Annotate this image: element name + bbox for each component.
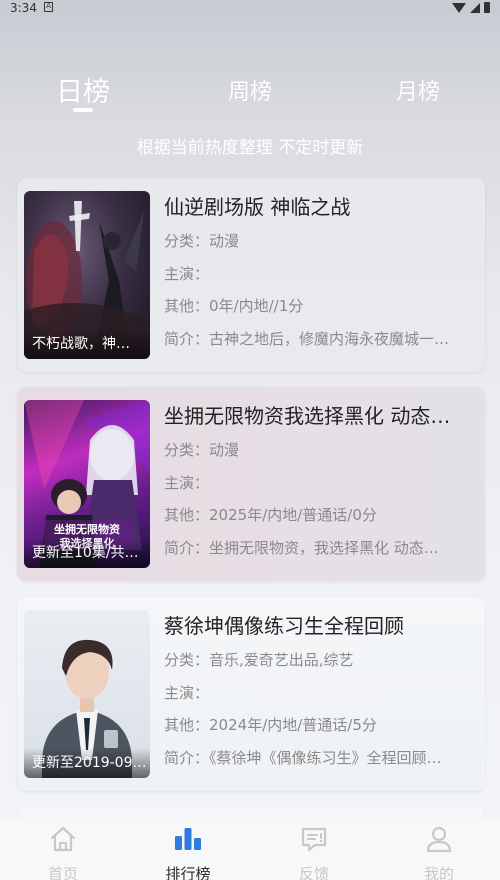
item-other: 其他：0年/内地//1分: [164, 293, 478, 320]
poster-label: 更新至10集/共…: [24, 538, 150, 568]
battery-icon: [484, 2, 490, 13]
item-cast: 主演：: [164, 261, 478, 288]
poster-image: 坐拥无限物资 我选择黑化 更新至10集/共…: [24, 400, 150, 568]
item-title[interactable]: 坐拥无限物资我选择黑化 动态…: [164, 401, 478, 431]
notification-icon: A: [44, 2, 53, 12]
cast-label: 主演：: [164, 264, 210, 283]
item-info: 蔡徐坤偶像练习生全程回顾 分类：音乐,爱奇艺出品,综艺 主演： 其他：2024年…: [164, 611, 478, 771]
list-item[interactable]: 坐拥无限物资 我选择黑化 更新至10集/共… 坐拥无限物资我选择黑化 动态… 分…: [17, 387, 485, 581]
tab-indicator: [73, 108, 93, 112]
other-label: 其他：: [164, 297, 210, 315]
nav-home-label: 首页: [47, 865, 78, 880]
item-title[interactable]: 仙逆剧场版 神临之战: [164, 192, 478, 222]
tab-daily[interactable]: 日榜: [56, 70, 110, 109]
intro-label: 简介：: [164, 748, 210, 767]
item-category: 分类：动漫: [164, 437, 478, 464]
item-other: 其他：2025年/内地/普通话/0分: [164, 502, 478, 529]
item-intro: 简介：古神之地后，修魔内海永夜魔城一…: [164, 326, 478, 353]
intro-label: 简介：: [164, 538, 210, 557]
intro-value: 《蔡徐坤《偶像练习生》全程回顾…: [209, 748, 442, 767]
tab-monthly[interactable]: 月榜: [396, 74, 440, 106]
bar-chart-icon: [175, 828, 201, 850]
nav-mine-label: 我的: [423, 865, 454, 880]
item-category: 分类：动漫: [164, 228, 478, 255]
intro-value: 古神之地后，修魔内海永夜魔城一…: [209, 329, 450, 348]
item-cast: 主演：: [164, 470, 478, 497]
nav-feedback-label: 反馈: [298, 865, 329, 880]
svg-text:坐拥无限物资: 坐拥无限物资: [54, 522, 120, 536]
item-cast: 主演：: [164, 680, 478, 707]
poster-image: 不朽战歌，神…: [24, 191, 150, 359]
item-intro: 简介：坐拥无限物资，我选择黑化 动态…: [164, 535, 478, 562]
list-item[interactable]: 更新至2019-09… 蔡徐坤偶像练习生全程回顾 分类：音乐,爱奇艺出品,综艺 …: [17, 597, 485, 791]
item-info: 坐拥无限物资我选择黑化 动态… 分类：动漫 主演： 其他：2025年/内地/普通…: [164, 401, 478, 561]
item-info: 仙逆剧场版 神临之战 分类：动漫 主演： 其他：0年/内地//1分 简介：古神之…: [164, 192, 478, 352]
poster-label: 更新至2019-09…: [24, 748, 150, 778]
category-label: 分类：: [164, 232, 210, 250]
intro-value: 坐拥无限物资，我选择黑化 动态…: [209, 538, 439, 557]
nav-ranking[interactable]: 排行榜: [148, 824, 228, 880]
signal-icon: [470, 2, 480, 13]
category-label: 分类：: [164, 651, 210, 669]
wifi-icon: [452, 2, 466, 13]
intro-label: 简介：: [164, 329, 210, 348]
ranking-subtitle: 根据当前热度整理 不定时更新: [136, 138, 364, 158]
poster-image: 更新至2019-09…: [24, 610, 150, 778]
category-value: 动漫: [209, 232, 240, 250]
list-item[interactable]: 不朽战歌，神… 仙逆剧场版 神临之战 分类：动漫 主演： 其他：0年/内地//1…: [17, 178, 485, 372]
other-value: 2024年/内地/普通话/5分: [209, 716, 377, 734]
user-icon: [426, 826, 452, 853]
feedback-icon: [301, 827, 327, 852]
poster-label: 不朽战歌，神…: [24, 329, 150, 359]
item-category: 分类：音乐,爱奇艺出品,综艺: [164, 647, 478, 674]
category-value: 动漫: [209, 441, 240, 459]
item-title[interactable]: 蔡徐坤偶像练习生全程回顾: [164, 611, 478, 641]
status-icons: [452, 2, 490, 13]
nav-home[interactable]: 首页: [23, 824, 103, 880]
ranking-tabs: 日榜 周榜 月榜: [0, 68, 500, 118]
tab-weekly[interactable]: 周榜: [228, 74, 272, 106]
category-value: 音乐,爱奇艺出品,综艺: [209, 651, 354, 669]
nav-feedback[interactable]: 反馈: [274, 824, 354, 880]
category-label: 分类：: [164, 441, 210, 459]
other-value: 2025年/内地/普通话/0分: [209, 506, 377, 524]
home-icon: [50, 826, 76, 852]
nav-mine[interactable]: 我的: [399, 824, 479, 880]
status-bar: 3:34 A: [0, 0, 500, 16]
other-value: 0年/内地//1分: [209, 297, 304, 315]
item-intro: 简介：《蔡徐坤《偶像练习生》全程回顾…: [164, 745, 478, 772]
bottom-nav: 首页 排行榜 反馈 我的: [0, 818, 500, 880]
nav-ranking-label: 排行榜: [165, 865, 211, 880]
status-time: 3:34: [10, 1, 37, 15]
cast-label: 主演：: [164, 473, 210, 492]
other-label: 其他：: [164, 716, 210, 734]
cast-label: 主演：: [164, 683, 210, 702]
other-label: 其他：: [164, 506, 210, 524]
item-other: 其他：2024年/内地/普通话/5分: [164, 712, 478, 739]
